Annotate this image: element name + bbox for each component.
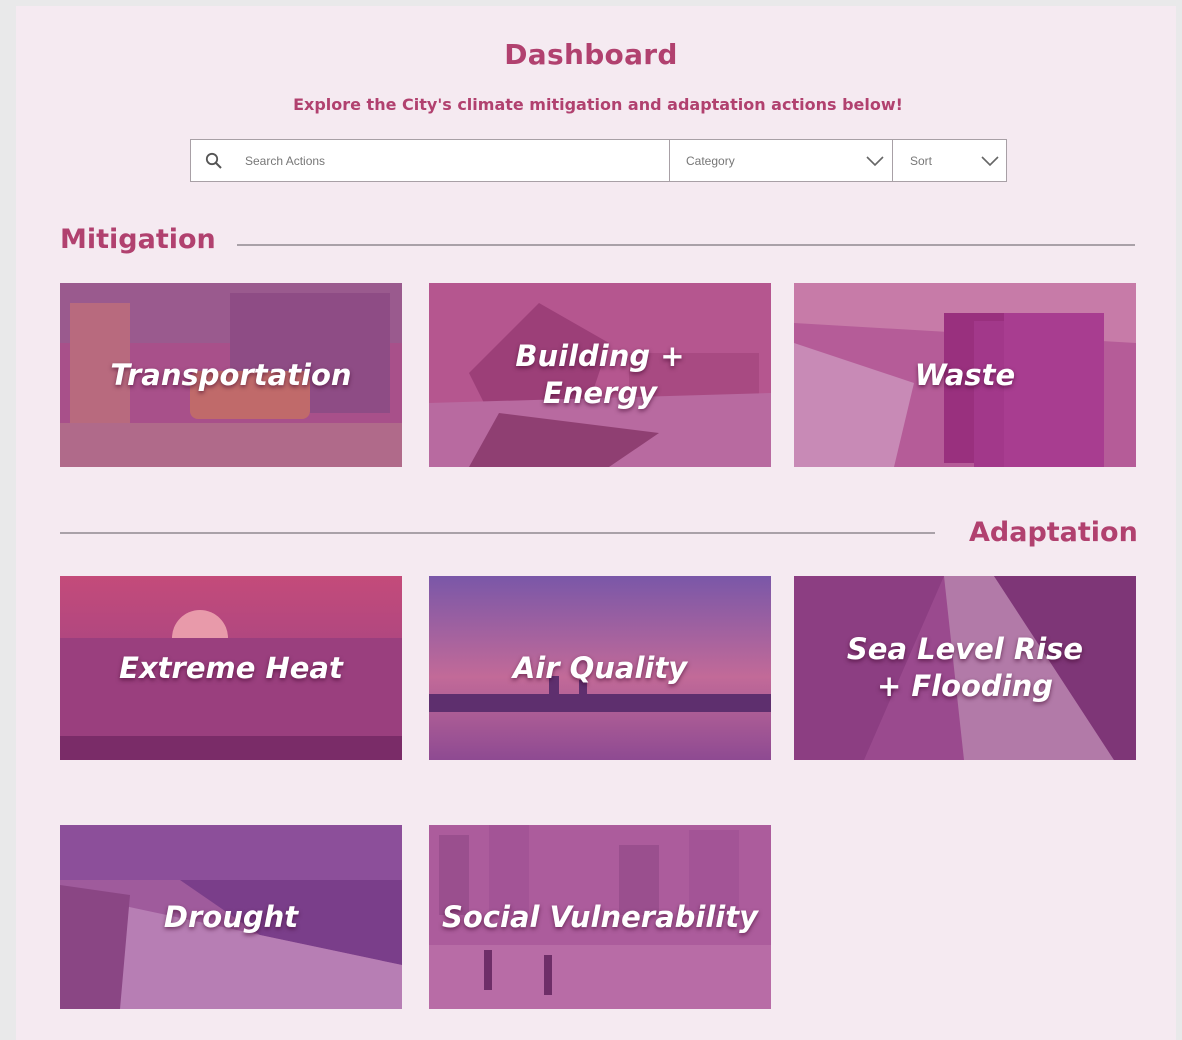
adaptation-heading: Adaptation: [969, 517, 1138, 548]
mitigation-divider: [237, 244, 1135, 246]
adaptation-divider: [60, 532, 935, 534]
tile-label: Transportation: [110, 357, 352, 392]
page-title: Dashboard: [504, 38, 678, 71]
tile-label: Extreme Heat: [119, 650, 343, 685]
tile-waste[interactable]: Waste: [794, 283, 1136, 467]
filter-bar: Category Sort: [190, 139, 1007, 182]
tile-label: Waste: [914, 357, 1016, 392]
tile-air-quality[interactable]: Air Quality: [429, 576, 771, 760]
category-select[interactable]: Category: [669, 140, 893, 181]
tile-social-vulnerability[interactable]: Social Vulnerability: [429, 825, 771, 1009]
tile-label: Building + Energy: [515, 339, 685, 410]
category-select-label: Category: [686, 154, 735, 168]
tile-transportation[interactable]: Transportation: [60, 283, 402, 467]
sort-select-label: Sort: [910, 154, 933, 168]
search-icon: [205, 152, 222, 169]
tile-label: Social Vulnerability: [442, 899, 758, 934]
chevron-down-icon: [866, 156, 884, 167]
tile-drought[interactable]: Drought: [60, 825, 402, 1009]
search-field[interactable]: [191, 140, 670, 181]
tile-extreme-heat[interactable]: Extreme Heat: [60, 576, 402, 760]
mitigation-heading: Mitigation: [60, 224, 216, 255]
tile-building-energy[interactable]: Building + Energy: [429, 283, 771, 467]
search-input[interactable]: [245, 148, 645, 174]
page-subtitle: Explore the City's climate mitigation an…: [293, 95, 903, 114]
tile-sea-level-rise-flooding[interactable]: Sea Level Rise + Flooding: [794, 576, 1136, 760]
tile-label: Sea Level Rise + Flooding: [846, 632, 1084, 703]
sort-select[interactable]: Sort: [893, 140, 1006, 181]
tile-label: Drought: [163, 899, 299, 934]
tile-label: Air Quality: [512, 650, 688, 685]
chevron-down-icon: [981, 156, 999, 167]
